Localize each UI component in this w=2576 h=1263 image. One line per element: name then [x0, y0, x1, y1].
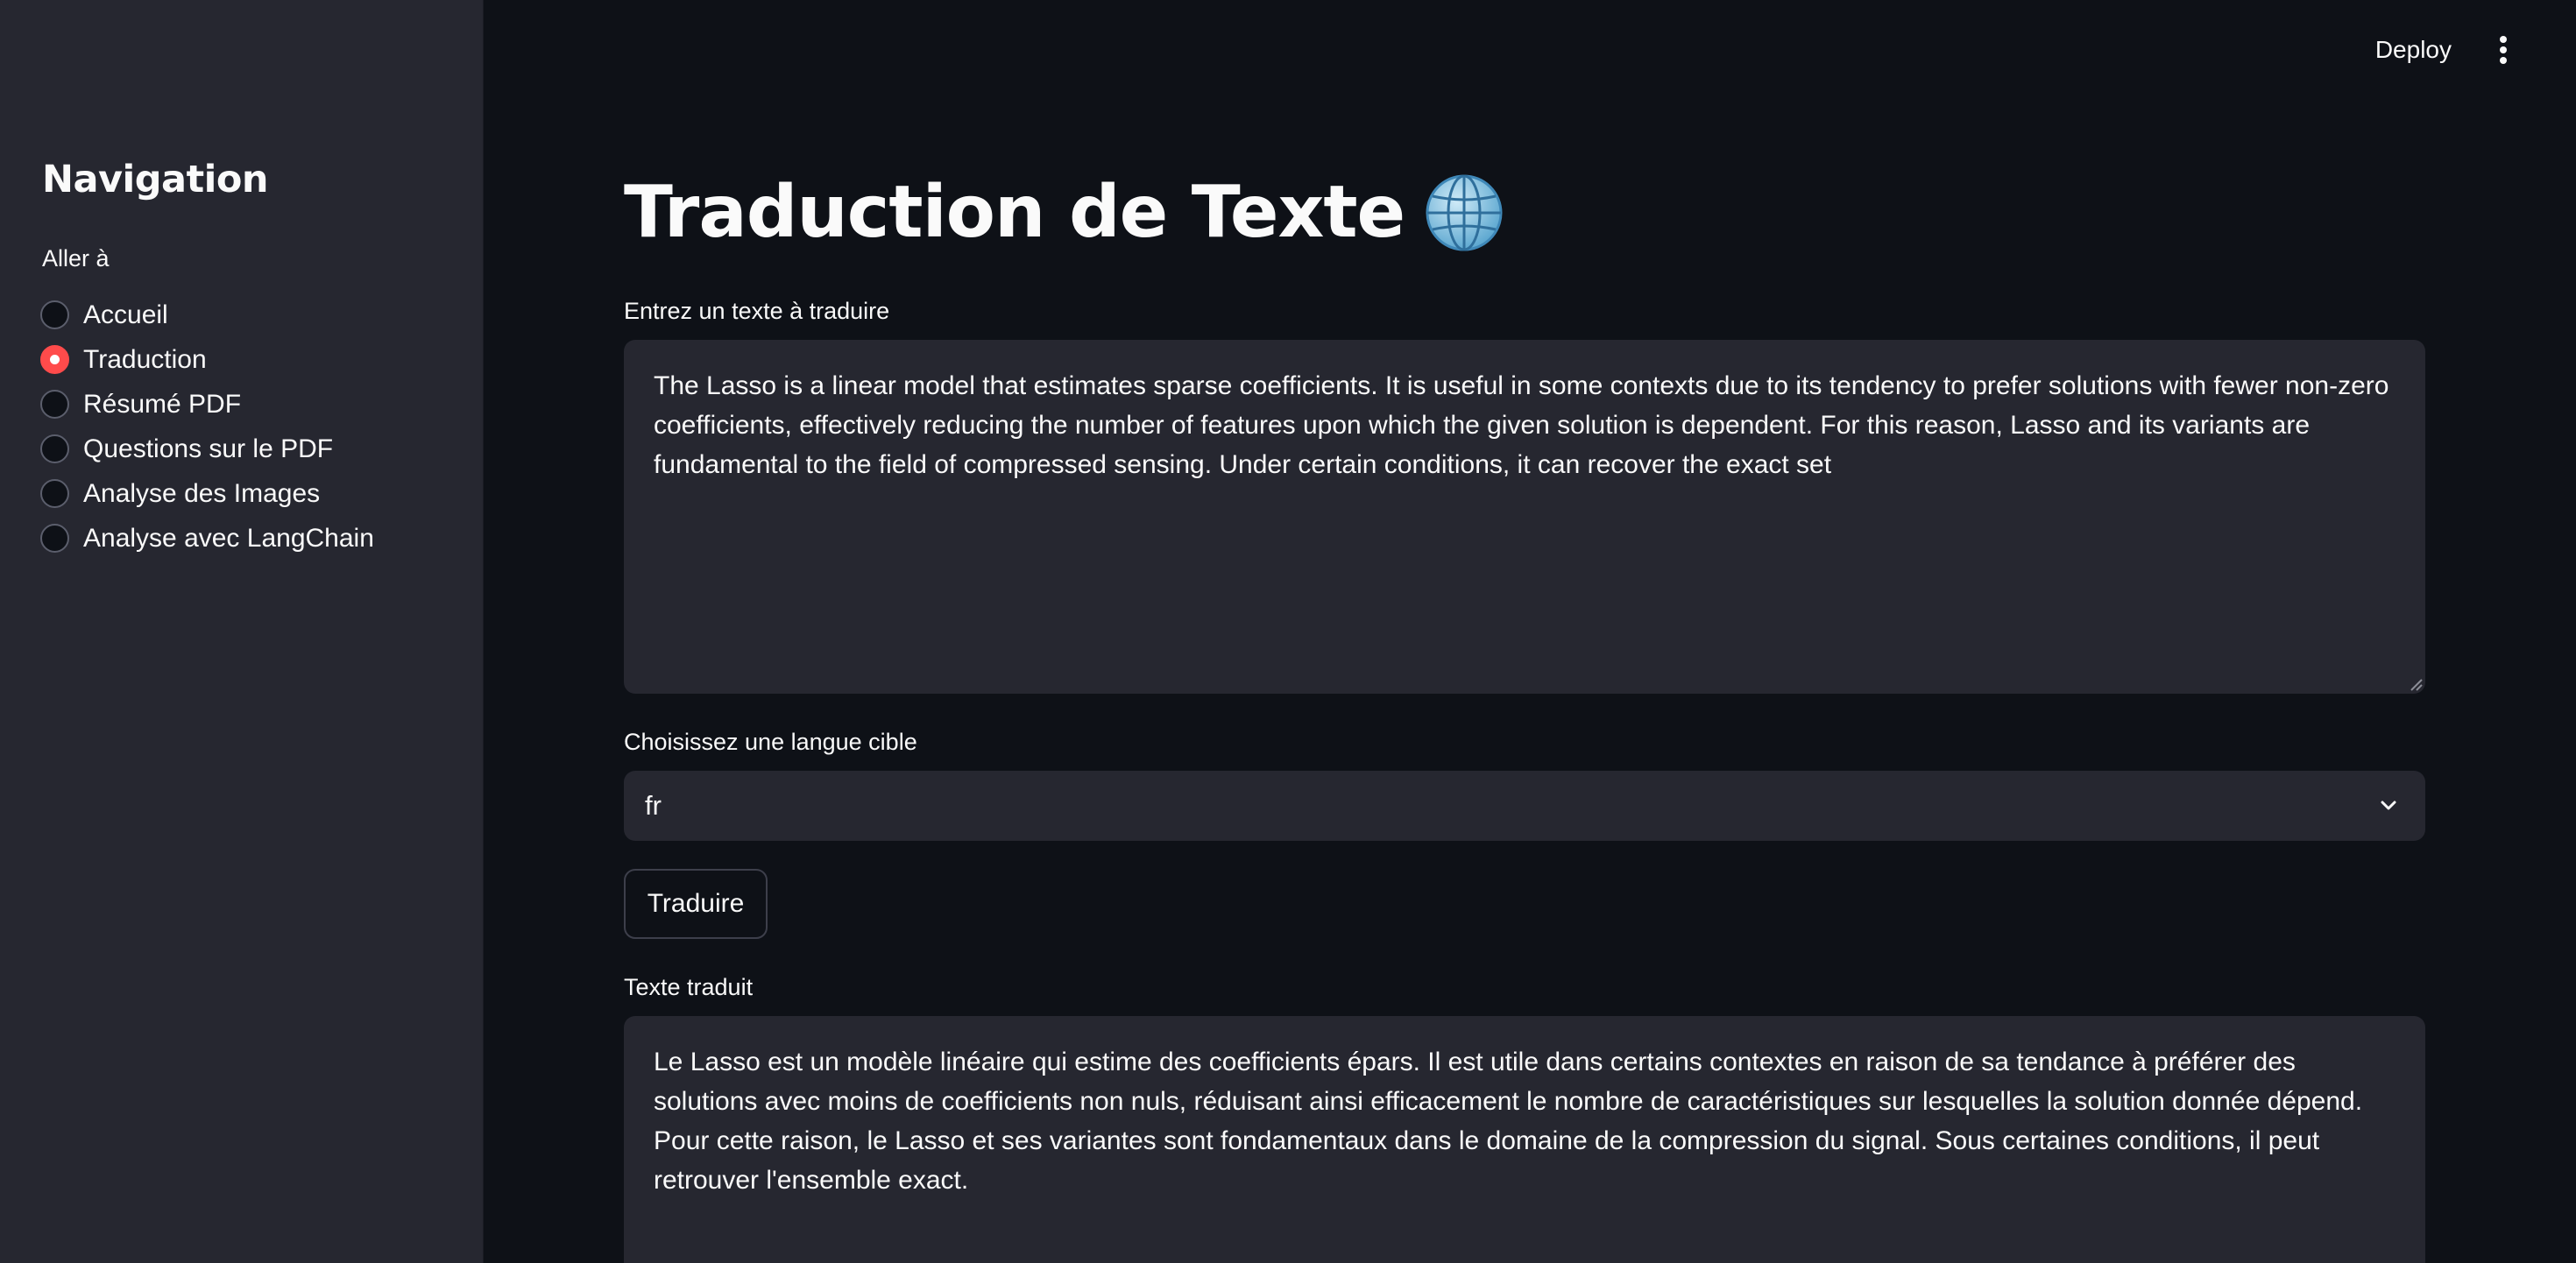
translated-text-value[interactable]: Le Lasso est un modèle linéaire qui esti… — [654, 1048, 2362, 1195]
radio-option-label: Accueil — [83, 300, 168, 329]
nav-radio-group: Accueil Traduction Résumé PDF Questions … — [40, 293, 374, 561]
radio-option-resume-pdf[interactable]: Résumé PDF — [40, 382, 374, 427]
radio-button[interactable] — [40, 390, 69, 419]
radio-option-accueil[interactable]: Accueil — [40, 293, 374, 337]
source-text-area[interactable]: The Lasso is a linear model that estimat… — [624, 340, 2425, 694]
app-window: Navigation Aller à Accueil Traduction Ré… — [0, 0, 2576, 1263]
radio-option-analyse-images[interactable]: Analyse des Images — [40, 471, 374, 516]
output-label: Texte traduit — [624, 974, 754, 1000]
radio-option-label: Résumé PDF — [83, 389, 242, 419]
resize-handle-icon[interactable] — [2408, 676, 2424, 692]
radio-option-label: Analyse des Images — [83, 478, 321, 508]
chevron-down-icon — [2381, 801, 2396, 810]
radio-option-traduction[interactable]: Traduction — [40, 337, 374, 382]
language-select-value: fr — [645, 790, 662, 821]
kebab-vertical-icon[interactable] — [2483, 30, 2523, 70]
radio-option-analyse-langchain[interactable]: Analyse avec LangChain — [40, 516, 374, 561]
sidebar-title: Navigation — [42, 158, 269, 201]
globe-icon — [1424, 173, 1504, 253]
language-label: Choisissez une langue cible — [624, 729, 917, 755]
radio-button-selected[interactable] — [40, 345, 69, 374]
source-text-value[interactable]: The Lasso is a linear model that estimat… — [654, 371, 2388, 479]
radio-button[interactable] — [40, 524, 69, 553]
translated-text-area[interactable]: Le Lasso est un modèle linéaire qui esti… — [624, 1016, 2425, 1263]
page-title-text: Traduction de Texte — [624, 171, 1405, 254]
radio-option-label: Analyse avec LangChain — [83, 523, 374, 553]
radio-button[interactable] — [40, 434, 69, 463]
radio-button[interactable] — [40, 300, 69, 329]
language-select[interactable]: fr — [624, 771, 2425, 841]
sidebar: Navigation Aller à Accueil Traduction Ré… — [0, 0, 484, 1263]
radio-option-questions-pdf[interactable]: Questions sur le PDF — [40, 427, 374, 471]
input-label: Entrez un texte à traduire — [624, 298, 890, 324]
radio-option-label: Questions sur le PDF — [83, 434, 334, 463]
deploy-button[interactable]: Deploy — [2365, 30, 2462, 70]
translate-button[interactable]: Traduire — [624, 869, 768, 939]
radio-group-caption: Aller à — [42, 245, 110, 272]
radio-button[interactable] — [40, 479, 69, 508]
page-title: Traduction de Texte — [624, 171, 1504, 254]
radio-option-label: Traduction — [83, 344, 207, 374]
